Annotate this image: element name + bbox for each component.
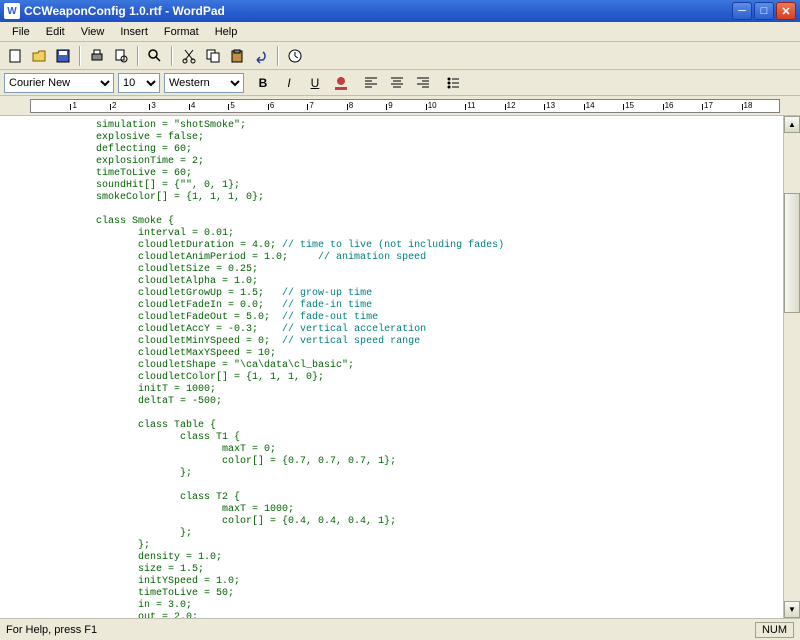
align-left-button[interactable] [360, 72, 382, 94]
document-text[interactable]: simulation = "shotSmoke"; explosive = fa… [0, 116, 783, 618]
menu-format[interactable]: Format [156, 24, 207, 40]
undo-button[interactable] [250, 45, 272, 67]
close-button[interactable]: ✕ [776, 2, 796, 20]
font-family-select[interactable]: Courier New [4, 73, 114, 93]
align-center-button[interactable] [386, 72, 408, 94]
app-icon: W [4, 3, 20, 19]
save-button[interactable] [52, 45, 74, 67]
new-button[interactable] [4, 45, 26, 67]
ruler[interactable]: 123456789101112131415161718 [0, 96, 800, 116]
copy-button[interactable] [202, 45, 224, 67]
print-preview-button[interactable] [110, 45, 132, 67]
window-title: CCWeaponConfig 1.0.rtf - WordPad [24, 4, 730, 18]
format-toolbar: Courier New 10 Western B I U [0, 70, 800, 96]
minimize-button[interactable]: ─ [732, 2, 752, 20]
menu-view[interactable]: View [73, 24, 113, 40]
font-size-select[interactable]: 10 [118, 73, 160, 93]
vertical-scrollbar[interactable]: ▲ ▼ [783, 116, 800, 618]
font-script-select[interactable]: Western [164, 73, 244, 93]
maximize-button[interactable]: □ [754, 2, 774, 20]
align-right-button[interactable] [412, 72, 434, 94]
underline-button[interactable]: U [304, 72, 326, 94]
toolbar-separator [171, 46, 173, 66]
menu-file[interactable]: File [4, 24, 38, 40]
scroll-track[interactable] [784, 133, 800, 601]
menu-insert[interactable]: Insert [112, 24, 156, 40]
scroll-up-button[interactable]: ▲ [784, 116, 800, 133]
italic-button[interactable]: I [278, 72, 300, 94]
open-button[interactable] [28, 45, 50, 67]
find-button[interactable] [144, 45, 166, 67]
editor-area: simulation = "shotSmoke"; explosive = fa… [0, 116, 800, 618]
paste-button[interactable] [226, 45, 248, 67]
color-button[interactable] [330, 72, 352, 94]
status-bar: For Help, press F1 NUM [0, 618, 800, 640]
toolbar-separator [79, 46, 81, 66]
toolbar-separator [137, 46, 139, 66]
status-num-panel: NUM [755, 622, 794, 638]
scroll-down-button[interactable]: ▼ [784, 601, 800, 618]
bullets-button[interactable] [442, 72, 464, 94]
title-bar: W CCWeaponConfig 1.0.rtf - WordPad ─ □ ✕ [0, 0, 800, 22]
cut-button[interactable] [178, 45, 200, 67]
scroll-thumb[interactable] [784, 193, 800, 313]
menu-edit[interactable]: Edit [38, 24, 73, 40]
print-button[interactable] [86, 45, 108, 67]
bold-button[interactable]: B [252, 72, 274, 94]
menu-help[interactable]: Help [207, 24, 246, 40]
menu-bar: File Edit View Insert Format Help [0, 22, 800, 42]
standard-toolbar [0, 42, 800, 70]
datetime-button[interactable] [284, 45, 306, 67]
toolbar-separator [277, 46, 279, 66]
status-help-text: For Help, press F1 [6, 624, 97, 636]
